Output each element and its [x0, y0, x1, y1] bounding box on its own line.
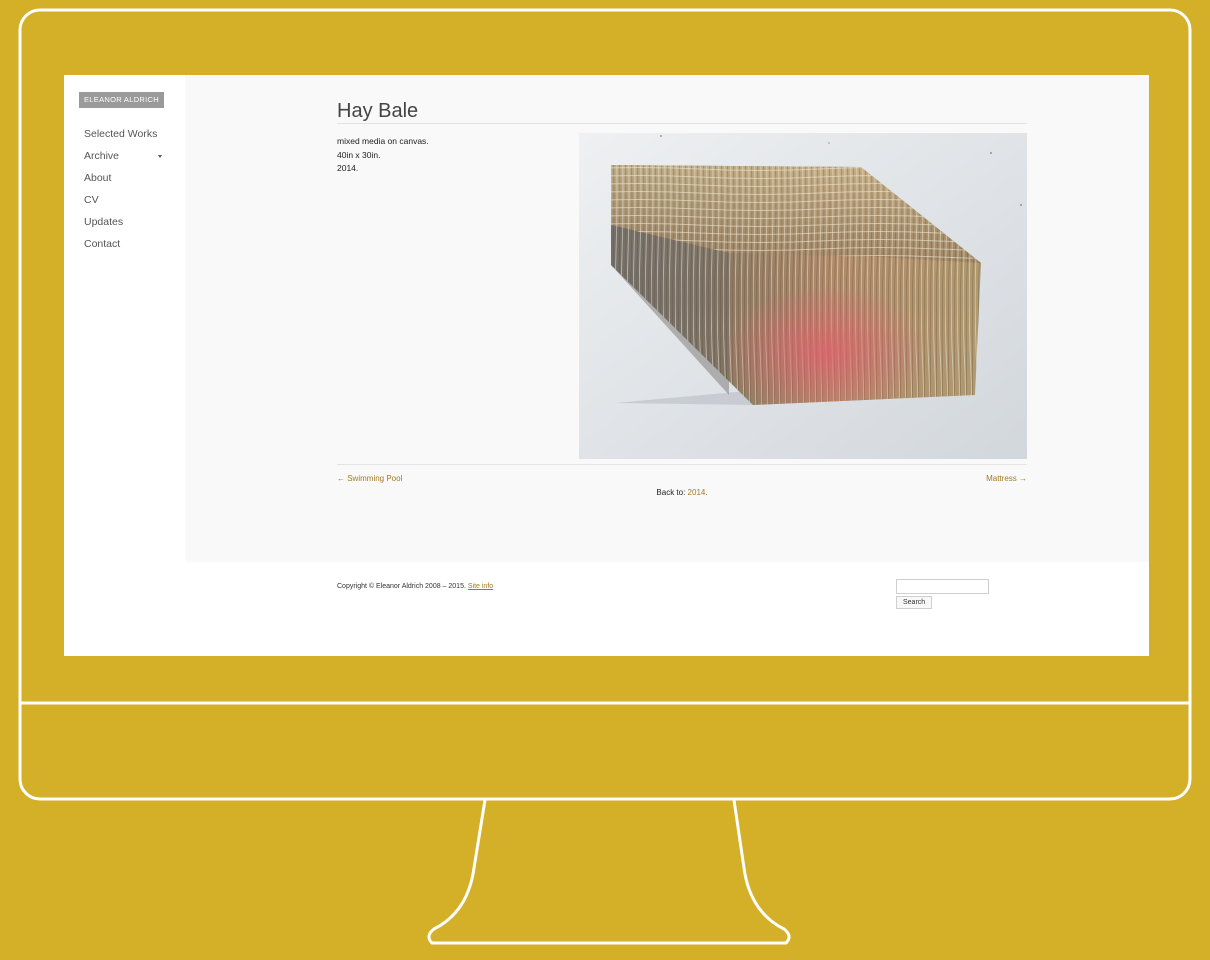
artwork-dimensions: 40in x 30in. — [337, 149, 381, 160]
artwork-image[interactable] — [579, 133, 1027, 459]
back-link-row: Back to: 2014. — [337, 488, 1027, 497]
sidebar: ELEANOR ALDRICH Selected Works Archive A… — [64, 75, 185, 562]
copyright: Copyright © Eleanor Aldrich 2008 – 2015.… — [337, 583, 493, 590]
prev-link[interactable]: ← Swimming Pool — [337, 474, 402, 483]
title-divider — [337, 123, 1027, 124]
nav-item-cv[interactable]: CV — [84, 193, 162, 215]
nav-item-about[interactable]: About — [84, 171, 162, 193]
browser-screen: ELEANOR ALDRICH Selected Works Archive A… — [64, 75, 1149, 656]
site-info-link[interactable]: Site info — [468, 583, 493, 590]
site-logo[interactable]: ELEANOR ALDRICH — [79, 92, 164, 108]
nav-item-label: CV — [84, 194, 99, 206]
artwork-details: mixed media on canvas. 40in x 30in. 2014… — [337, 135, 429, 176]
main-content: Hay Bale mixed media on canvas. 40in x 3… — [185, 75, 1149, 562]
copyright-text: Copyright © Eleanor Aldrich 2008 – 2015. — [337, 583, 466, 590]
nav-item-selected-works[interactable]: Selected Works — [84, 127, 162, 149]
back-label: Back to: — [656, 488, 686, 497]
page-title: Hay Bale — [337, 100, 419, 122]
search-button[interactable]: Search — [896, 596, 933, 609]
nav-item-label: Selected Works — [84, 128, 158, 140]
nav-item-archive[interactable]: Archive — [84, 149, 162, 171]
footer: Copyright © Eleanor Aldrich 2008 – 2015.… — [64, 562, 1149, 656]
nav-item-label: About — [84, 172, 112, 184]
nav-divider — [337, 464, 1027, 465]
search-input[interactable] — [896, 579, 989, 594]
artwork-medium: mixed media on canvas. — [337, 136, 429, 146]
next-link[interactable]: Mattress → — [986, 474, 1027, 483]
caret-down-icon — [158, 155, 162, 158]
nav-item-label: Contact — [84, 238, 121, 250]
nav-item-label: Archive — [84, 150, 120, 162]
main-nav: Selected Works Archive About CV Updates … — [84, 127, 162, 259]
back-link[interactable]: 2014. — [688, 488, 708, 497]
nav-item-updates[interactable]: Updates — [84, 215, 162, 237]
artwork-year: 2014. — [337, 163, 359, 173]
nav-item-contact[interactable]: Contact — [84, 237, 162, 259]
nav-item-label: Updates — [84, 216, 124, 228]
